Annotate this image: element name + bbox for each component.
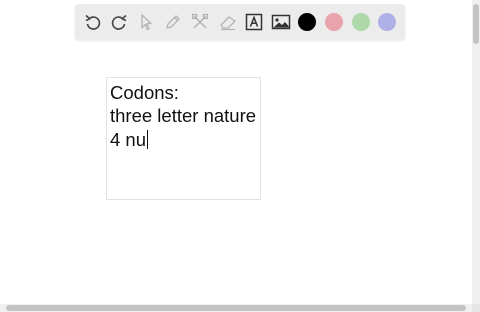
drawing-toolbar [75,4,405,40]
color-swatch-green[interactable] [352,13,370,31]
undo-icon [85,14,101,30]
text-box[interactable]: Codons: three letter nature 4 nu [106,77,261,200]
color-swatch-purple[interactable] [378,13,396,31]
tools-button[interactable] [190,12,210,32]
scrollbar-corner [472,304,480,312]
eraser-tool-button[interactable] [218,12,238,32]
color-swatch-black[interactable] [298,13,316,31]
pen-icon [166,15,180,29]
undo-button[interactable] [83,12,103,32]
redo-icon [111,14,127,30]
redo-button[interactable] [109,12,129,32]
image-tool-button[interactable] [271,12,291,32]
select-tool-button[interactable] [136,12,156,32]
eraser-icon [220,16,236,31]
vertical-scrollbar[interactable] [472,0,480,304]
horizontal-scroll-thumb[interactable] [6,305,466,311]
tools-icon [191,13,209,29]
color-swatch-pink[interactable] [325,13,343,31]
note-line-2: three letter nature [110,105,257,126]
pen-tool-button[interactable] [163,12,183,32]
note-line-3: 4 nu [110,129,149,151]
note-line-3-text: 4 nu [110,129,147,150]
note-line-1: Codons: [110,82,179,103]
vertical-scroll-thumb[interactable] [473,4,479,44]
image-icon [271,14,291,30]
text-tool-icon [245,13,263,31]
text-tool-button[interactable] [244,12,264,32]
horizontal-scrollbar[interactable] [0,304,472,312]
text-cursor [147,130,149,149]
select-pointer-icon [141,14,152,31]
